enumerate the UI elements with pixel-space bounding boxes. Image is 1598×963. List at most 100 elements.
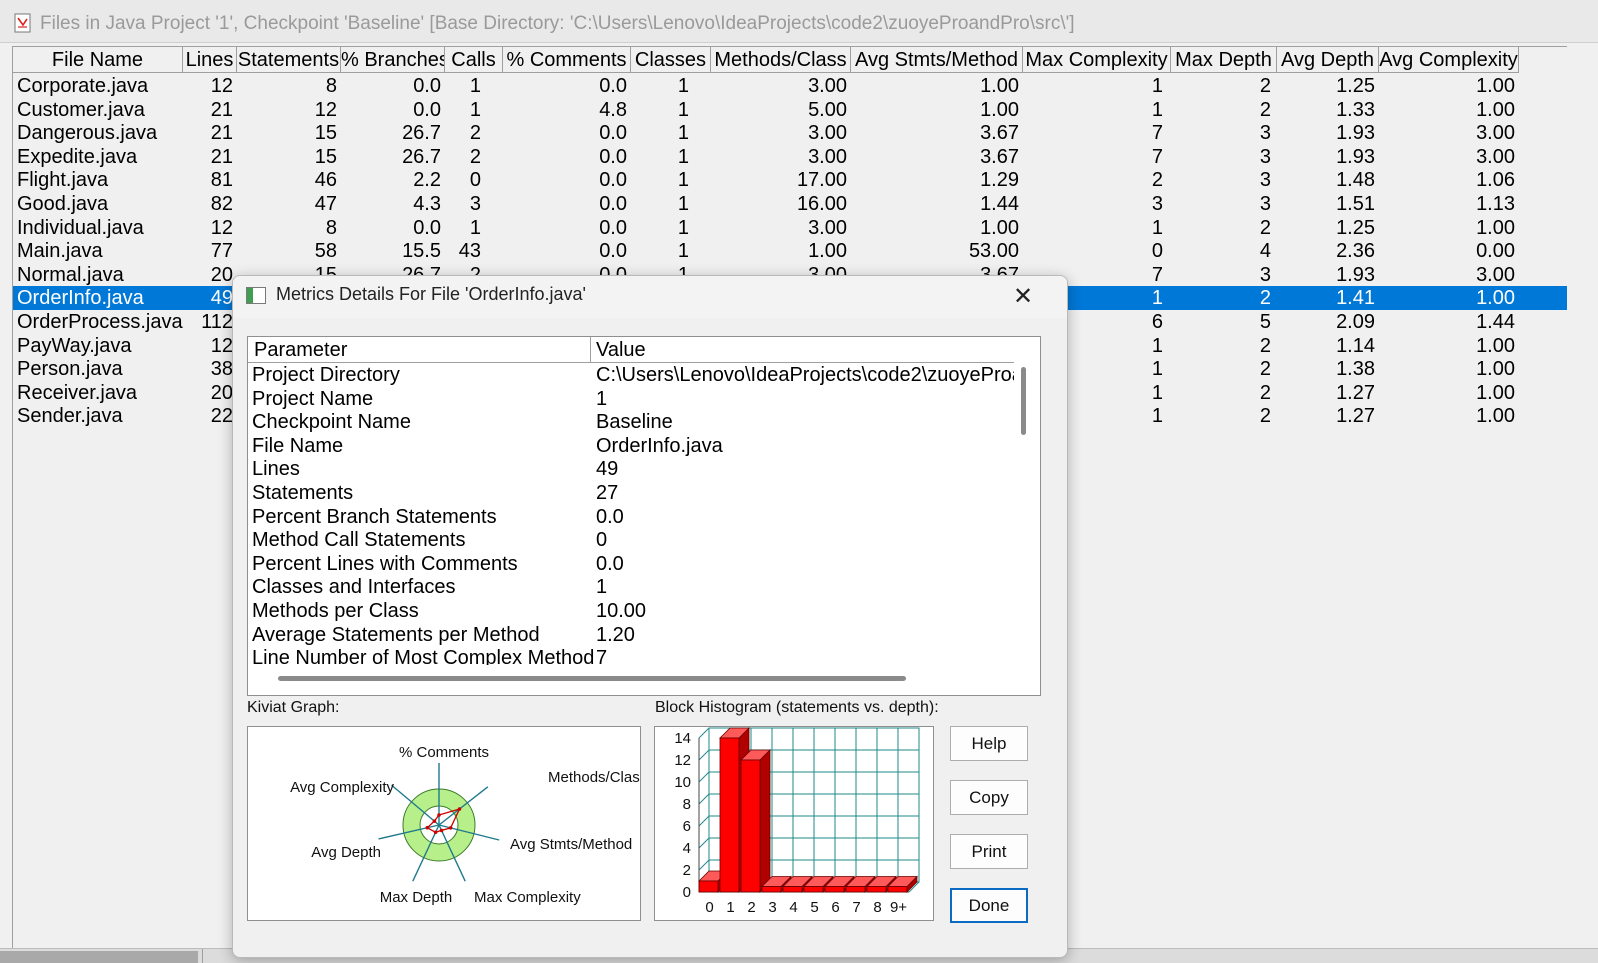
parameter-horizontal-scrollbar[interactable] bbox=[248, 667, 1040, 695]
scrollbar-thumb[interactable] bbox=[278, 676, 906, 681]
parameter-vertical-scrollbar[interactable] bbox=[1015, 363, 1039, 667]
column-header-max-complexity[interactable]: Max Complexity bbox=[1023, 47, 1171, 73]
parameter-row[interactable]: Project Name 1 bbox=[248, 387, 1014, 411]
metric-cell: 1 bbox=[677, 169, 689, 192]
parameter-column-header[interactable]: Parameter bbox=[254, 337, 347, 363]
window-title: Files in Java Project '1', Checkpoint 'B… bbox=[40, 13, 1075, 34]
metric-cell: 1 bbox=[677, 98, 689, 121]
parameter-name: Statements bbox=[252, 482, 354, 504]
histogram-side-gridline bbox=[698, 859, 710, 871]
table-row[interactable]: Main.java 77 58 15.5 43 0.0 1 1.00 53.00 0 4 2.36 0.… bbox=[13, 239, 1567, 263]
metric-cell: 112 bbox=[201, 311, 233, 333]
parameter-value: 10.00 bbox=[596, 600, 647, 622]
parameter-row[interactable]: Percent Lines with Comments 0.0 bbox=[248, 552, 1014, 576]
x-tick-label: 3 bbox=[768, 899, 776, 916]
y-tick-label: 0 bbox=[683, 884, 691, 901]
metric-cell: 0.0 bbox=[413, 216, 441, 239]
column-header-file-name[interactable]: File Name bbox=[13, 47, 183, 73]
x-tick-label: 5 bbox=[810, 899, 818, 916]
column-header-max-depth[interactable]: Max Depth bbox=[1171, 47, 1277, 73]
metric-cell: 47 bbox=[314, 193, 337, 215]
metric-cell: 12 bbox=[314, 98, 337, 121]
parameter-row[interactable]: Lines 49 bbox=[248, 457, 1014, 481]
y-tick-label: 12 bbox=[674, 752, 691, 769]
histogram-bar bbox=[887, 886, 908, 893]
metric-cell: 1.00 bbox=[1476, 216, 1515, 239]
metric-cell: 8 bbox=[325, 216, 337, 239]
metric-cell: 2 bbox=[1259, 381, 1271, 404]
y-tick-label: 14 bbox=[674, 730, 691, 747]
table-row[interactable]: Flight.java 81 46 2.2 0 0.0 1 17.00 1.29 2 3 1.48 1.… bbox=[13, 168, 1567, 192]
parameter-row[interactable]: Line Number of Most Complex Method 7 bbox=[248, 646, 1014, 665]
metric-cell: 3.00 bbox=[1476, 122, 1515, 145]
metric-cell: 1.48 bbox=[1336, 169, 1375, 192]
parameter-row[interactable]: Classes and Interfaces 1 bbox=[248, 575, 1014, 599]
column-header-statements[interactable]: Statements bbox=[237, 47, 341, 73]
parameter-row[interactable]: Statements 27 bbox=[248, 481, 1014, 505]
metric-cell: 15 bbox=[314, 145, 337, 168]
value-column-header[interactable]: Value bbox=[596, 337, 646, 363]
column-header-avg-stmts-method[interactable]: Avg Stmts/Method bbox=[851, 47, 1023, 73]
parameter-row[interactable]: Methods per Class 10.00 bbox=[248, 599, 1014, 623]
table-row[interactable]: Customer.java 21 12 0.0 1 4.8 1 5.00 1.00 1 2 1.33 1… bbox=[13, 98, 1567, 122]
close-icon[interactable]: ✕ bbox=[1003, 282, 1043, 312]
column-header-avg-depth[interactable]: Avg Depth bbox=[1277, 47, 1379, 73]
column-header-calls[interactable]: Calls bbox=[445, 47, 503, 73]
kiviat-axis-label: Avg Depth bbox=[311, 844, 381, 861]
parameter-row[interactable]: Checkpoint Name Baseline bbox=[248, 410, 1014, 434]
parameter-table[interactable]: Parameter Value Project Directory C:\User… bbox=[247, 336, 1041, 696]
column-header-lines[interactable]: Lines bbox=[183, 47, 237, 73]
metric-cell: 21 bbox=[210, 122, 233, 145]
column-divider[interactable] bbox=[590, 337, 591, 362]
column-header-classes[interactable]: Classes bbox=[631, 47, 711, 73]
metric-cell: 1.41 bbox=[1336, 287, 1375, 310]
metric-cell: 1.00 bbox=[1476, 98, 1515, 121]
print-button[interactable]: Print bbox=[950, 834, 1028, 869]
table-row[interactable]: Dangerous.java 21 15 26.7 2 0.0 1 3.00 3.67 7 3 1.9… bbox=[13, 121, 1567, 145]
metric-cell: 1.13 bbox=[1476, 193, 1515, 215]
table-row[interactable]: Corporate.java 12 8 0.0 1 0.0 1 3.00 1.00 1 2 1.25 1… bbox=[13, 74, 1567, 98]
metric-cell: 3 bbox=[1151, 193, 1163, 215]
parameter-row[interactable]: Average Statements per Method 1.20 bbox=[248, 623, 1014, 647]
copy-button[interactable]: Copy bbox=[950, 780, 1028, 815]
table-row[interactable]: Good.java 82 47 4.3 3 0.0 1 16.00 1.44 3 3 1.51 1.13 bbox=[13, 192, 1567, 216]
done-button[interactable]: Done bbox=[950, 888, 1028, 923]
metric-cell: 16.00 bbox=[796, 193, 847, 215]
parameter-name: Methods per Class bbox=[252, 600, 419, 622]
metric-cell: 3.00 bbox=[808, 145, 847, 168]
metric-cell: 2 bbox=[1259, 334, 1271, 357]
metric-cell: 3 bbox=[1259, 169, 1271, 192]
parameter-row[interactable]: Method Call Statements 0 bbox=[248, 528, 1014, 552]
table-row[interactable]: Individual.java 12 8 0.0 1 0.0 1 3.00 1.00 1 2 1.25… bbox=[13, 216, 1567, 240]
histogram-side-gridline bbox=[698, 771, 710, 783]
metric-cell: 1.25 bbox=[1336, 216, 1375, 239]
metric-cell: 1.00 bbox=[980, 75, 1019, 97]
metric-cell: 1.00 bbox=[1476, 381, 1515, 404]
scrollbar-thumb[interactable] bbox=[0, 951, 198, 963]
parameter-row[interactable]: File Name OrderInfo.java bbox=[248, 434, 1014, 458]
metric-cell: 1.00 bbox=[1476, 334, 1515, 357]
column-header-comments[interactable]: % Comments bbox=[503, 47, 631, 73]
parameter-row[interactable]: Percent Branch Statements 0.0 bbox=[248, 505, 1014, 529]
kiviat-axis-label: Max Complexity bbox=[474, 889, 581, 906]
metric-cell: 5 bbox=[1259, 311, 1271, 333]
column-header-branches[interactable]: % Branches bbox=[341, 47, 445, 73]
metric-cell: 1 bbox=[677, 193, 689, 215]
table-row[interactable]: Expedite.java 21 15 26.7 2 0.0 1 3.00 3.67 7 3 1.93… bbox=[13, 145, 1567, 169]
x-tick-label: 9+ bbox=[890, 899, 907, 916]
scrollbar-thumb[interactable] bbox=[1021, 367, 1026, 435]
metric-cell: 15.5 bbox=[402, 240, 441, 263]
metric-cell: 12 bbox=[210, 334, 233, 357]
metric-cell: 1 bbox=[1151, 216, 1163, 239]
column-header-methods-class[interactable]: Methods/Class bbox=[711, 47, 851, 73]
parameter-row[interactable]: Project Directory C:\Users\Lenovo\IdeaPro… bbox=[248, 363, 1014, 387]
metric-cell: 12 bbox=[210, 75, 233, 97]
metric-cell: 3 bbox=[469, 193, 481, 215]
metric-cell: 1.51 bbox=[1336, 193, 1375, 215]
metric-cell: 1 bbox=[469, 75, 481, 97]
column-header-avg-complexity[interactable]: Avg Complexity bbox=[1379, 47, 1519, 73]
metric-cell: 1 bbox=[1151, 75, 1163, 97]
metric-cell: 1 bbox=[677, 216, 689, 239]
help-button[interactable]: Help bbox=[950, 726, 1028, 761]
parameter-value: 0 bbox=[596, 529, 608, 552]
